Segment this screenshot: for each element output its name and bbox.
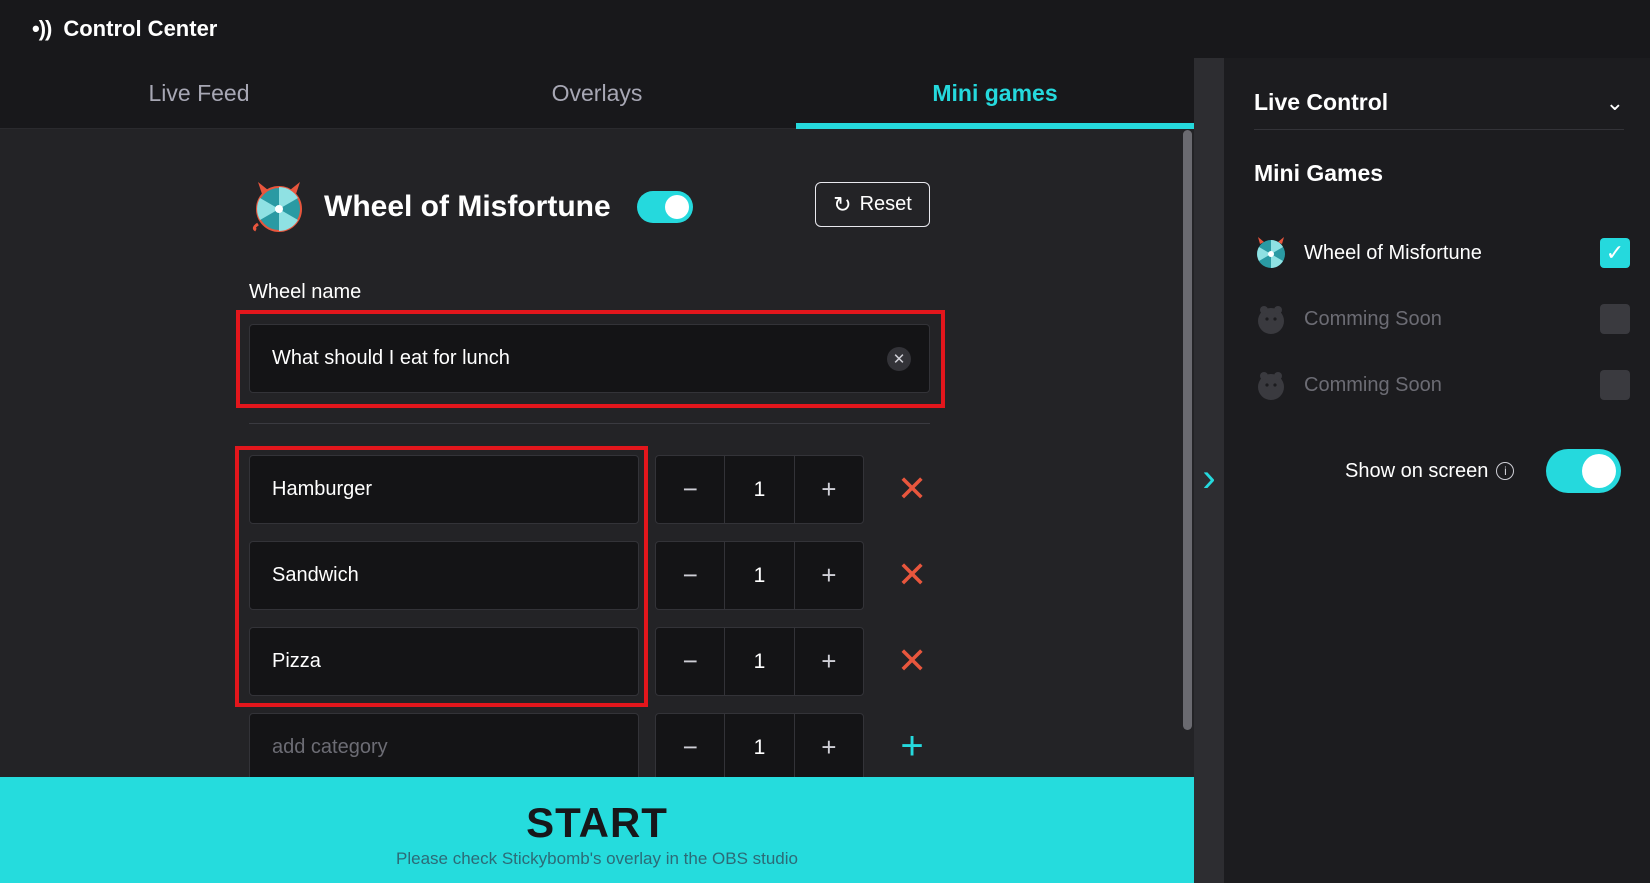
delete-icon[interactable]: ✕ (897, 471, 927, 507)
mini-game-checkbox[interactable]: ✓ (1600, 238, 1630, 268)
check-icon: ✓ (1605, 240, 1625, 265)
mini-game-name: Wheel of Misfortune (1304, 241, 1482, 264)
start-label: START (526, 799, 668, 846)
game-header: Wheel of Misfortune (252, 180, 693, 234)
game-enabled-toggle[interactable] (636, 191, 693, 223)
mini-game-item[interactable]: Comming Soon (1254, 299, 1630, 339)
placeholder-game-icon (1254, 368, 1288, 402)
highlight-box (236, 310, 945, 408)
category-count[interactable]: 1 (724, 542, 795, 609)
increment-button[interactable]: + (795, 542, 863, 609)
tab-live-feed[interactable]: Live Feed (0, 58, 398, 128)
category-count[interactable]: 1 (724, 628, 795, 695)
delete-icon[interactable]: ✕ (897, 643, 927, 679)
start-button[interactable]: START Please check Stickybomb's overlay … (0, 777, 1194, 883)
category-stepper: − 1 + (655, 455, 864, 524)
game-title: Wheel of Misfortune (324, 190, 611, 223)
wheel-icon (252, 180, 306, 234)
show-on-screen-toggle[interactable] (1546, 449, 1622, 493)
highlight-box (235, 446, 648, 707)
show-on-screen-row: Show on screen i (1345, 449, 1622, 493)
main-scrollbar[interactable] (1183, 130, 1192, 730)
increment-button[interactable]: + (795, 456, 863, 523)
delete-icon[interactable]: ✕ (897, 557, 927, 593)
wheel-icon (1254, 236, 1288, 270)
reset-button[interactable]: ↻ Reset (815, 182, 930, 227)
new-category-stepper: − 1 + (655, 713, 864, 782)
category-count[interactable]: 1 (724, 456, 795, 523)
tab-overlays[interactable]: Overlays (398, 58, 796, 128)
add-category-icon[interactable]: + (897, 726, 927, 766)
mini-game-item[interactable]: Comming Soon (1254, 365, 1630, 405)
mini-game-checkbox[interactable] (1600, 370, 1630, 400)
app-header: •)) Control Center (0, 0, 1650, 58)
show-on-screen-label: Show on screen (1345, 459, 1489, 482)
mini-game-name: Comming Soon (1304, 373, 1442, 396)
add-category-placeholder: add category (272, 736, 388, 758)
decrement-button[interactable]: − (656, 542, 724, 609)
toggle-knob (664, 195, 689, 219)
new-category-count[interactable]: 1 (724, 714, 795, 781)
mini-game-checkbox[interactable] (1600, 304, 1630, 334)
increment-button[interactable]: + (795, 714, 863, 781)
reset-icon: ↻ (833, 191, 852, 217)
decrement-button[interactable]: − (656, 714, 724, 781)
app-title: Control Center (63, 16, 218, 41)
mini-games-heading: Mini Games (1254, 160, 1384, 186)
decrement-button[interactable]: − (656, 456, 724, 523)
mini-game-item[interactable]: Wheel of Misfortune ✓ (1254, 233, 1630, 273)
broadcast-icon: •)) (32, 16, 52, 41)
add-category-input[interactable]: add category (249, 713, 639, 782)
divider (249, 423, 930, 424)
tab-bar: Live Feed Overlays Mini games (0, 58, 1194, 129)
category-stepper: − 1 + (655, 627, 864, 696)
chevron-down-icon[interactable]: ⌄ (1606, 90, 1624, 116)
reset-label: Reset (859, 193, 912, 215)
toggle-knob (1582, 454, 1617, 488)
tab-mini-games[interactable]: Mini games (796, 58, 1194, 129)
live-control-title: Live Control (1254, 89, 1389, 115)
mini-game-name: Comming Soon (1304, 307, 1442, 330)
category-stepper: − 1 + (655, 541, 864, 610)
increment-button[interactable]: + (795, 628, 863, 695)
placeholder-game-icon (1254, 302, 1288, 336)
chevron-right-icon[interactable]: › (1196, 458, 1222, 498)
info-icon[interactable]: i (1496, 462, 1515, 480)
live-control-header[interactable]: Live Control ⌄ (1254, 76, 1624, 130)
start-hint: Please check Stickybomb's overlay in the… (396, 849, 798, 868)
wheel-name-label: Wheel name (249, 281, 362, 303)
decrement-button[interactable]: − (656, 628, 724, 695)
